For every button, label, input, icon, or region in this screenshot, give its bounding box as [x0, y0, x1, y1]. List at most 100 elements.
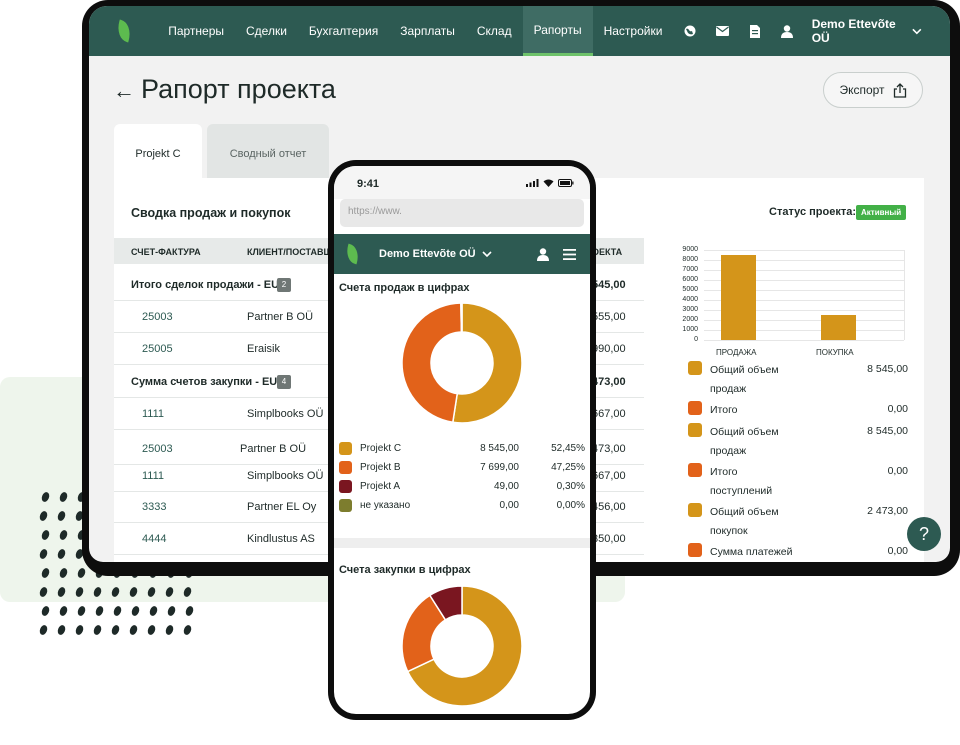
share-icon [893, 82, 906, 98]
invoice-link[interactable]: 3333 [142, 501, 166, 513]
globe-icon[interactable] [683, 24, 696, 38]
phone-company-switcher[interactable]: Demo Ettevõte OÜ [379, 248, 492, 260]
url-field[interactable]: https://www. [340, 199, 584, 227]
menu-icon[interactable] [563, 248, 576, 260]
nav-settings[interactable]: Настройки [593, 6, 674, 56]
tab-projekt-c[interactable]: Projekt C [114, 124, 202, 180]
legend-percent: 0,30% [556, 481, 585, 492]
legend-label: Projekt B [360, 462, 401, 473]
legend-item[interactable]: Сумма платежей 0,00 [688, 542, 908, 562]
client-name: Eraisik [247, 343, 281, 355]
gridline [704, 340, 904, 341]
sales-donut-chart [402, 303, 522, 423]
decorative-dot [74, 624, 85, 636]
legend-swatch [688, 361, 702, 375]
nav-warehouse[interactable]: Склад [466, 6, 523, 56]
nav-salaries[interactable]: Зарплаты [389, 6, 466, 56]
phone-company-name: Demo Ettevõte OÜ [379, 248, 476, 260]
donut-slice[interactable] [402, 303, 463, 423]
nav-deals[interactable]: Сделки [235, 6, 298, 56]
legend-item[interactable]: Projekt C 8 545,00 52,45% [339, 441, 585, 459]
donut-slice[interactable] [451, 303, 522, 423]
legend-item[interactable]: Общий объем покупок 2 473,00 [688, 502, 908, 542]
decorative-dot [182, 624, 193, 636]
nav-reports[interactable]: Рапорты [522, 6, 593, 56]
gridline [904, 250, 905, 340]
invoice-link[interactable]: 4444 [142, 533, 166, 545]
nav-accounting[interactable]: Бухгалтерия [298, 6, 389, 56]
decorative-dot [164, 586, 175, 598]
count-badge: 4 [277, 375, 291, 389]
chart-legend: Общий объем продаж 8 545,00 Итого 0,00 Общий… [688, 360, 908, 562]
logo-leaf-icon[interactable] [343, 243, 362, 265]
legend-item[interactable]: Projekt A 49,00 0,30% [339, 479, 585, 497]
column-header-amount: ОЕКТА [592, 247, 623, 257]
back-arrow-icon[interactable]: ← [113, 78, 135, 104]
decorative-dot [110, 586, 121, 598]
legend-label: Общий объем продаж [710, 426, 779, 457]
legend-value: 49,00 [493, 481, 519, 492]
group-label: Сумма счетов закупки - EUR [131, 376, 286, 388]
document-icon[interactable] [749, 24, 761, 38]
invoice-link[interactable]: 25005 [142, 343, 173, 355]
legend-label: не указано [360, 500, 411, 511]
legend-value: 7 699,00 [480, 462, 519, 473]
legend-swatch [688, 503, 702, 517]
client-name: Simplbooks OÜ [247, 470, 324, 482]
decorative-dot [58, 529, 69, 541]
export-button[interactable]: Экспорт [823, 72, 923, 108]
legend-value: 0,00 [887, 545, 908, 557]
amount-cell: 667,00 [592, 470, 626, 482]
clock: 9:41 [357, 178, 380, 190]
legend-item[interactable]: Projekt B 7 699,00 47,25% [339, 460, 585, 478]
help-button[interactable]: ? [907, 517, 941, 551]
decorative-dot [56, 510, 67, 522]
mail-icon[interactable] [715, 24, 729, 38]
invoice-link[interactable]: 1111 [142, 470, 164, 482]
invoice-link[interactable]: 25003 [142, 443, 173, 455]
invoice-link[interactable]: 25003 [142, 311, 173, 323]
legend-item[interactable]: Итого поступлений 0,00 [688, 462, 908, 502]
y-tick-label: 3000 [682, 306, 698, 313]
decorative-dot [146, 586, 157, 598]
y-tick-label: 2000 [682, 316, 698, 323]
legend-value: 8 545,00 [867, 425, 908, 437]
amount-cell: 350,00 [592, 533, 626, 545]
decorative-dot [40, 605, 51, 617]
legend-item[interactable]: не указано 0,00 0,00% [339, 498, 585, 516]
legend-swatch [688, 463, 702, 477]
decorative-dot [146, 624, 157, 636]
decorative-dot [166, 605, 177, 617]
legend-swatch [688, 401, 702, 415]
legend-label: Projekt C [360, 443, 402, 454]
legend-value: 8 545,00 [867, 363, 908, 375]
user-icon[interactable] [537, 247, 549, 261]
legend-item[interactable]: Общий объем продаж 8 545,00 [688, 422, 908, 462]
gridline [704, 250, 904, 251]
legend-label: Общий объем покупок [710, 506, 779, 537]
decorative-dot [112, 605, 123, 617]
amount-cell: 456,00 [592, 501, 626, 513]
y-tick-label: 9000 [682, 246, 698, 253]
legend-item[interactable]: Итого 0,00 [688, 400, 908, 422]
tab-summary-report[interactable]: Сводный отчет [207, 124, 329, 180]
legend-label: Итого поступлений [710, 466, 773, 497]
card-title: Сводка продаж и покупок [131, 206, 291, 220]
decorative-dot [40, 567, 51, 579]
bar[interactable] [821, 315, 856, 340]
decorative-dot [56, 586, 67, 598]
legend-percent: 0,00% [556, 500, 585, 511]
nav-partners[interactable]: Партнеры [157, 6, 235, 56]
user-icon[interactable] [781, 24, 794, 38]
amount-cell: 473,00 [592, 376, 626, 388]
legend-item[interactable]: Общий объем продаж 8 545,00 [688, 360, 908, 400]
decorative-dot [58, 491, 69, 503]
marketing-composite: Партнеры Сделки Бухгалтерия Зарплаты Скл… [0, 0, 960, 745]
logo-leaf-icon[interactable] [114, 19, 134, 43]
company-switcher[interactable]: Demo Ettevõte OÜ [812, 17, 922, 45]
legend-value: 0,00 [499, 500, 519, 511]
donut-slice[interactable] [460, 303, 463, 333]
bar[interactable] [721, 254, 756, 340]
column-header-client: КЛИЕНТ/ПОСТАВЩ [247, 247, 333, 257]
invoice-link[interactable]: 1111 [142, 408, 164, 420]
